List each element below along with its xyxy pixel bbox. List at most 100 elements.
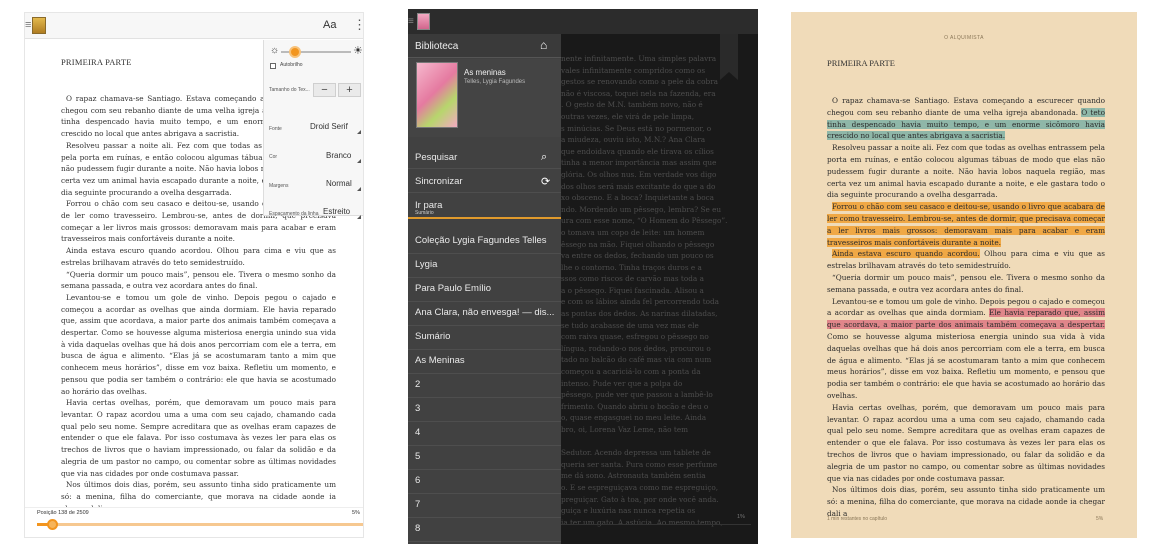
text-line: dos olhos será mais excitante do que a d… xyxy=(561,181,716,191)
toc-item-label: 8 xyxy=(415,523,421,534)
text-line: va entre os dedos, fechando um pouco os xyxy=(561,251,714,261)
text-line: . O gesto de M.N. também novo, não é xyxy=(561,100,703,110)
paragraph: Levantou-se e tomou um gole de vinho. De… xyxy=(827,296,1105,402)
text-line: não é viscosa, toquei nela na fazenda, e… xyxy=(561,88,716,98)
toc-item-label: As Meninas xyxy=(415,355,465,366)
menu-icon[interactable]: ≡ xyxy=(408,16,414,27)
text-span: O rapaz chamava-se Santiago. Estava come… xyxy=(827,96,1105,117)
book-cover xyxy=(416,62,458,128)
text-line: intenso. Pude ver que a polpa do xyxy=(561,378,683,388)
line-spacing-select[interactable]: Estreito xyxy=(323,207,350,216)
toc-item[interactable]: 8 xyxy=(408,518,561,542)
dropdown-corner-icon xyxy=(357,159,361,163)
toc-item[interactable]: 4 xyxy=(408,422,561,446)
menu-icon[interactable]: ≡ xyxy=(25,19,31,31)
running-book-title: O ALQUIMISTA xyxy=(944,35,984,41)
paragraph: Havia certas ovelhas, porém, que demorav… xyxy=(61,398,336,478)
toc-item[interactable]: 3 xyxy=(408,398,561,422)
progress-line xyxy=(561,524,751,525)
text-line: tinha a menor importância mas assim que xyxy=(561,158,717,168)
color-label: Cor xyxy=(269,154,278,160)
toc-divider xyxy=(408,217,561,219)
progress-slider[interactable] xyxy=(37,523,363,526)
decrease-font-button[interactable]: − xyxy=(313,83,336,97)
toc-item[interactable]: 5 xyxy=(408,446,561,470)
book-thumbnail[interactable] xyxy=(417,13,430,30)
toc-item[interactable]: 2 xyxy=(408,374,561,398)
text-line: frimento. Quando abriu o bocão e deu o xyxy=(561,401,709,411)
toc-item-label: Lygia xyxy=(415,259,438,270)
text-line: lhe o contorno. Tinha traços duros e a xyxy=(561,262,702,272)
reader-screen-dark: ≡ nente infinitamente. Uma simples palav… xyxy=(408,9,758,544)
menu-item-search[interactable]: Pesquisar ⌕ xyxy=(408,147,561,169)
book-title: As meninas xyxy=(464,68,506,77)
line-spacing-label: Espaçamento da linha xyxy=(269,211,319,217)
toc-item[interactable]: 9 xyxy=(408,542,561,544)
margins-select[interactable]: Normal xyxy=(326,179,352,188)
text-line: xo obsceno. E a boca? Inquietante a boca xyxy=(561,193,715,203)
toc-item[interactable]: Coleção Lygia Fagundes Telles xyxy=(408,230,561,254)
text-line: as pontas dos dedos. As narinas dilatada… xyxy=(561,309,718,319)
text-line: tado no balcão do café mas via com num xyxy=(561,355,712,365)
text-line: glória. Os olhos nus. Em verdade vos dig… xyxy=(561,169,717,179)
toc-item[interactable]: As Meninas xyxy=(408,350,561,374)
font-label: Fonte xyxy=(269,126,282,132)
text-line: me dá sono. Astronauta também sentia xyxy=(561,471,706,481)
text-line: língua, rodando-o nos dedos, procurou o xyxy=(561,343,711,353)
paragraph: “Queria dormir um pouco mais”, pensou el… xyxy=(827,272,1105,294)
toc-item[interactable]: Ana Clara, não envesga! — dis... xyxy=(408,302,561,326)
text-line: s minúcias. Se Deus está no pormenor, o xyxy=(561,123,712,133)
progress-slider-handle[interactable] xyxy=(47,519,59,530)
paragraph: Havia certas ovelhas, porém, que demorav… xyxy=(827,402,1105,483)
text-line: ia ter um gato. A astúcia. Ao mesmo temp… xyxy=(561,517,723,527)
color-select[interactable]: Branco xyxy=(326,151,351,160)
toc-item-label: 4 xyxy=(415,427,421,438)
drawer-header[interactable]: Biblioteca ⌂ xyxy=(408,34,561,58)
progress-percent: 5% xyxy=(352,510,360,516)
text-line: ura com esse nome, “O Homem do Pêssego”. xyxy=(561,216,728,226)
progress-percent: 5% xyxy=(1096,516,1104,522)
reader-toolbar: ≡ xyxy=(408,9,758,34)
toc-item[interactable]: 7 xyxy=(408,494,561,518)
text-line: se tudo acabasse de uma vez mas ele xyxy=(561,320,699,330)
autobrilho-checkbox[interactable] xyxy=(270,63,276,69)
text-line: outras vezes, ele virá de pele limpa, xyxy=(561,111,695,121)
menu-item-label: Sincronizar xyxy=(415,176,463,187)
text-line: que endoidava quando ele tirava os cílio… xyxy=(561,146,714,156)
more-options-icon[interactable]: ⋮ xyxy=(353,17,363,33)
paragraph: Ainda estava escuro quando acordou. Olho… xyxy=(827,248,1105,272)
toc-section-label: Sumário xyxy=(415,210,434,216)
text-line: o tomava um copo de leite: um homem xyxy=(561,227,705,237)
toc-item[interactable]: Sumário xyxy=(408,326,561,350)
text-line: queria ser santa. Pura como esse perfume xyxy=(561,459,718,469)
text-line: êssego na mão. Fiquei olhando o pêssego xyxy=(561,239,715,249)
toc-item-label: 7 xyxy=(415,499,421,510)
text-line: a miudeza, ouviu isto, M.N.? Ana Clara xyxy=(561,135,706,145)
autobrilho-label: Autobrilho xyxy=(280,62,303,68)
library-link[interactable]: Biblioteca xyxy=(415,41,458,52)
paragraph: “Queria dormir um pouco mais”, pensou el… xyxy=(61,269,336,291)
toc-item[interactable]: Para Paulo Emílio xyxy=(408,278,561,302)
font-size-label: Tamanho do Tex... xyxy=(269,87,310,93)
highlight-orange[interactable]: Forrou o chão com seu casaco e deitou-se… xyxy=(827,202,1105,247)
toc-item-label: 3 xyxy=(415,403,421,414)
book-thumbnail[interactable] xyxy=(32,17,46,34)
text-line: a o pêssego. Fiquei fascinada. Alisou a xyxy=(561,285,704,295)
brightness-slider-handle[interactable] xyxy=(289,46,301,58)
menu-item-sync[interactable]: Sincronizar ⟳ xyxy=(408,171,561,193)
highlight-orange[interactable]: Ainda estava escuro quando acordou. xyxy=(832,249,980,259)
bookmark-icon[interactable] xyxy=(720,34,738,80)
toc-item[interactable]: 6 xyxy=(408,470,561,494)
toc-item[interactable]: Lygia xyxy=(408,254,561,278)
dropdown-corner-icon xyxy=(357,130,361,134)
time-remaining-label: 1 min restantes no capítulo xyxy=(827,516,888,522)
home-icon[interactable]: ⌂ xyxy=(540,38,547,52)
increase-font-button[interactable]: + xyxy=(338,83,361,97)
sync-icon: ⟳ xyxy=(541,176,551,188)
font-select[interactable]: Droid Serif xyxy=(310,122,348,131)
paragraph: Nos últimos dois dias, porém, seu assunt… xyxy=(827,485,1105,518)
margins-label: Margens xyxy=(269,183,289,189)
dropdown-corner-icon xyxy=(357,187,361,191)
text-settings-button[interactable]: Aa xyxy=(323,19,336,31)
toc-item-label: 2 xyxy=(415,379,421,390)
